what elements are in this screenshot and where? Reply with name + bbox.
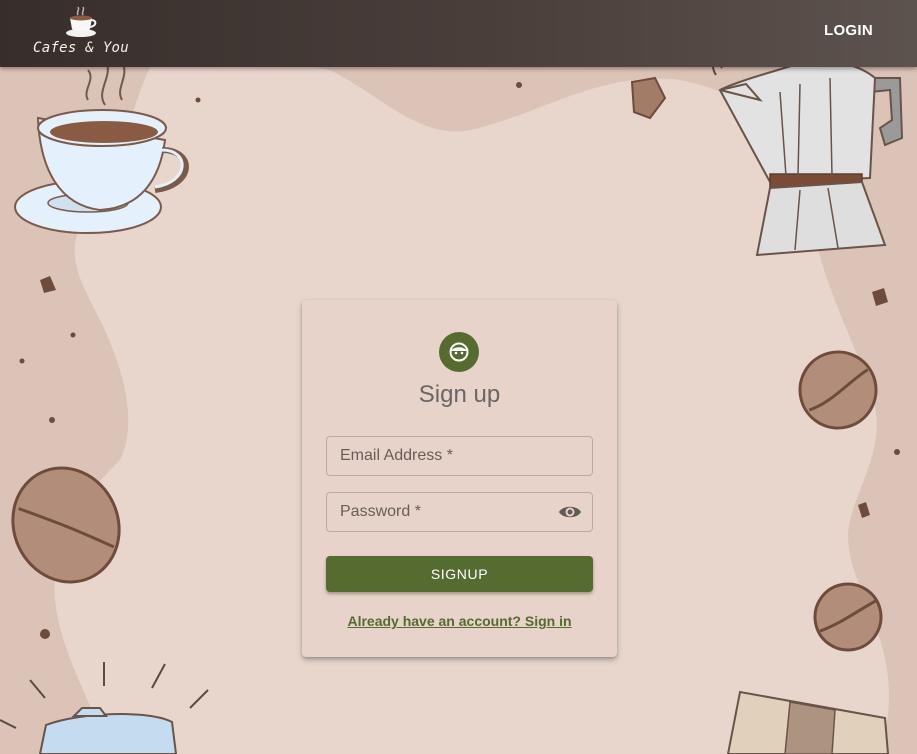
email-field[interactable]: Email Address * bbox=[326, 436, 593, 476]
avatar bbox=[439, 332, 479, 372]
password-field[interactable]: Password * bbox=[326, 492, 593, 532]
email-field-label: Email Address * bbox=[340, 447, 453, 464]
signup-card: Sign up Email Address * Password * SIGNU… bbox=[302, 300, 617, 657]
coffee-cup-icon bbox=[66, 6, 97, 37]
password-field-label: Password * bbox=[340, 503, 421, 520]
brand-name: Cafes & You bbox=[32, 40, 130, 56]
signup-button[interactable]: SIGNUP bbox=[326, 556, 593, 592]
eye-icon[interactable] bbox=[558, 502, 582, 522]
top-app-bar: Cafes & You LOGIN bbox=[0, 0, 917, 67]
signin-link[interactable]: Already have an account? Sign in bbox=[302, 613, 617, 629]
page-title: Sign up bbox=[418, 381, 501, 408]
brand-logo[interactable]: Cafes & You bbox=[30, 6, 132, 56]
face-icon bbox=[449, 342, 469, 362]
login-button[interactable]: LOGIN bbox=[810, 20, 887, 42]
